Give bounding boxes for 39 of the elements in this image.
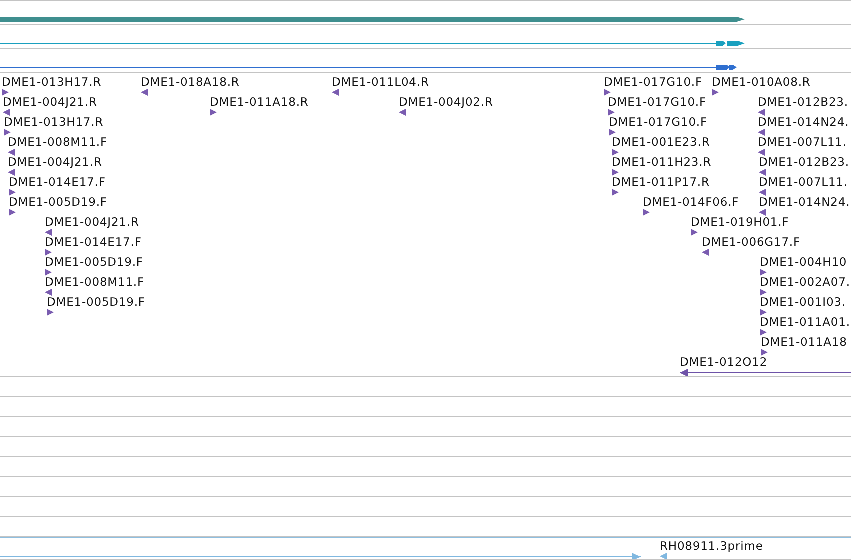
feature-label[interactable]: DME1-013H17.R	[2, 75, 102, 89]
feature-label[interactable]: DME1-014N24.	[759, 195, 850, 209]
feature-label[interactable]: DME1-004J21.R	[8, 155, 102, 169]
feature-label[interactable]: DME1-014N24.	[758, 115, 850, 129]
feature-label[interactable]: DME1-008M11.F	[8, 135, 108, 149]
feature-label[interactable]: DME1-014E17.F	[9, 175, 106, 189]
feature-label[interactable]: DME1-017G10.F	[608, 95, 706, 109]
feature-label[interactable]: DME1-001E23.R	[612, 135, 710, 149]
feature-label[interactable]: DME1-011A18.R	[210, 95, 309, 109]
feature-label[interactable]: DME1-017G10.F	[609, 115, 708, 129]
feature-label[interactable]: DME1-011A18	[761, 335, 848, 349]
feature-label[interactable]: DME1-017G10.F	[604, 75, 702, 89]
feature-label[interactable]: DME1-008M11.F	[45, 275, 144, 289]
feature-label[interactable]: DME1-018A18.R	[141, 75, 240, 89]
feature-label[interactable]: DME1-019H01.F	[691, 215, 790, 229]
feature-label[interactable]: DME1-012O12	[680, 355, 768, 369]
feature-label[interactable]: DME1-005D19.F	[47, 295, 146, 309]
feature-label[interactable]: DME1-001I03.	[760, 295, 846, 309]
feature-label[interactable]: DME1-014E17.F	[45, 235, 142, 249]
feature-label[interactable]: DME1-004J21.R	[45, 215, 140, 229]
feature-label[interactable]: DME1-004H10	[760, 255, 848, 269]
feature-label[interactable]: DME1-007L11.	[759, 175, 848, 189]
feature-label[interactable]: DME1-011H23.R	[612, 155, 712, 169]
feature-label[interactable]: DME1-005D19.F	[45, 255, 144, 269]
feature-label[interactable]: DME1-005D19.F	[9, 195, 108, 209]
feature-label[interactable]: DME1-004J21.R	[3, 95, 98, 109]
feature-label[interactable]: DME1-004J02.R	[399, 95, 494, 109]
feature-label[interactable]: DME1-011A01.	[760, 315, 850, 329]
feature-label[interactable]: RH08911.3prime	[660, 539, 764, 553]
feature-label[interactable]: DME1-010A08.R	[712, 75, 811, 89]
feature-label[interactable]: DME1-012B23.	[758, 95, 848, 109]
feature-label[interactable]: DME1-013H17.R	[4, 115, 104, 129]
feature-label[interactable]: DME1-006G17.F	[702, 235, 800, 249]
feature-label[interactable]: DME1-002A07.	[760, 275, 850, 289]
feature-label[interactable]: DME1-011L04.R	[332, 75, 430, 89]
feature-label[interactable]: DME1-007L11.	[758, 135, 847, 149]
feature-label[interactable]: DME1-012B23.	[759, 155, 850, 169]
feature-label[interactable]: DME1-011P17.R	[612, 175, 710, 189]
feature-label[interactable]: DME1-014F06.F	[643, 195, 740, 209]
